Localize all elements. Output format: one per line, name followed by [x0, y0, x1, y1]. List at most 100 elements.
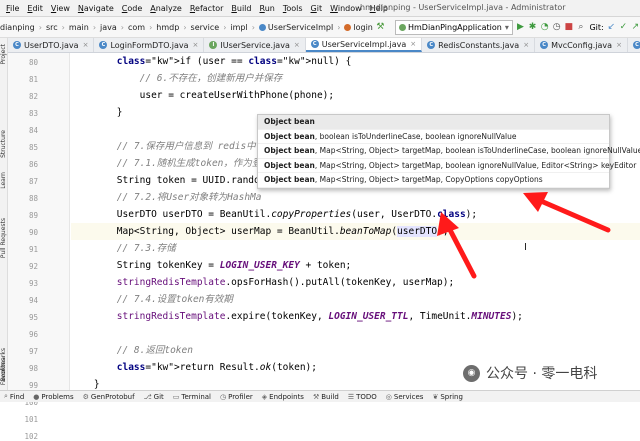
close-icon[interactable]: ×	[294, 41, 300, 49]
editor-tab[interactable]: I IUserService.java ×	[204, 38, 306, 52]
line-number: 85	[28, 143, 38, 152]
menu-item-refactor[interactable]: Refactor	[186, 4, 228, 13]
code-line[interactable]: // 7.1.随机生成token，作为登	[71, 155, 262, 172]
breadcrumb-item[interactable]: UserServiceImpl	[258, 23, 333, 32]
menu-item-file[interactable]: File	[2, 4, 23, 13]
code-line[interactable]: // 7.保存用户信息到 redis中	[71, 138, 256, 155]
code-line[interactable]: String token = UUID.rando	[71, 172, 260, 189]
tool-window-button[interactable]: ◷ Profiler	[220, 393, 253, 401]
breadcrumb-item[interactable]: java	[100, 23, 117, 32]
profile-icon[interactable]: ◷	[552, 20, 561, 34]
breadcrumb-item[interactable]: hmdp	[156, 23, 179, 32]
tool-window-button[interactable]: ⚙ GenProtobuf	[83, 393, 135, 401]
menu-item-build[interactable]: Build	[227, 4, 255, 13]
editor-tab[interactable]: C RedisConstants.java ×	[422, 38, 536, 52]
menu-item-run[interactable]: Run	[255, 4, 278, 13]
menu-item-git[interactable]: Git	[307, 4, 327, 13]
git-update-icon[interactable]: ↙	[607, 20, 616, 34]
code-editor[interactable]: class="kw">if (user == class="kw">null) …	[71, 53, 640, 390]
line-number: 96	[28, 330, 38, 339]
code-line[interactable]: UserDTO userDTO = BeanUtil.copyPropertie…	[71, 206, 477, 223]
line-number: 97	[28, 347, 38, 356]
menu-item-analyze[interactable]: Analyze	[146, 4, 186, 13]
code-line[interactable]: class="kw">return Result.ok(token);	[71, 359, 317, 376]
favorites-tool[interactable]: Favorites	[0, 358, 8, 385]
tab-label: UserServiceImpl.java	[321, 39, 407, 49]
code-line[interactable]: // 6.不存在，创建新用户并保存	[71, 70, 283, 87]
line-number: 98	[28, 364, 38, 373]
code-line[interactable]: user = createUserWithPhone(phone);	[71, 87, 334, 104]
editor-tab[interactable]: C UserDTO.java ×	[8, 38, 95, 52]
menu-item-navigate[interactable]: Navigate	[74, 4, 118, 13]
tool-window-button[interactable]: ◎ Services	[386, 393, 424, 401]
close-icon[interactable]: ×	[193, 41, 199, 49]
breadcrumb-item[interactable]: src	[46, 23, 58, 32]
stop-icon[interactable]: ■	[564, 20, 574, 34]
run-icon[interactable]: ▶	[516, 20, 525, 34]
tool-window-button[interactable]: ◈ Endpoints	[262, 393, 304, 401]
git-commit-icon[interactable]: ✓	[619, 20, 628, 34]
menu-item-tools[interactable]: Tools	[279, 4, 307, 13]
close-icon[interactable]: ×	[616, 41, 622, 49]
code-line[interactable]: class="kw">if (user == class="kw">null) …	[71, 53, 352, 70]
project-tool[interactable]: Project	[0, 44, 8, 65]
pull-requests-tool[interactable]: Pull Requests	[0, 218, 8, 258]
navigation-bar: dianping › src › main › java › com › hmdp › service ›…	[0, 17, 640, 38]
code-line[interactable]: // 7.3.存储	[71, 240, 176, 257]
signature-rest-params: , Map<String, Object> targetMap, boolean…	[314, 160, 637, 170]
hammer-icon[interactable]: ⚒	[376, 20, 385, 34]
run-configuration-select[interactable]: HmDianPingApplication ▾	[394, 19, 513, 35]
editor-tab[interactable]: CSystemConstants.java×	[628, 38, 640, 52]
line-number: 92	[28, 262, 38, 271]
watermark: ◉ 公众号 · 零一电科	[463, 363, 597, 383]
tool-window-button[interactable]: ▭ Terminal	[173, 393, 211, 401]
coverage-icon[interactable]: ◔	[540, 20, 549, 34]
search-everywhere-icon[interactable]: ⌕	[576, 20, 585, 34]
parameter-signature: Object bean, Map<String, Object> targetM…	[258, 144, 640, 159]
breadcrumb-item[interactable]: impl	[230, 23, 247, 32]
editor-tab[interactable]: C LoginFormDTO.java ×	[94, 38, 205, 52]
code-line[interactable]: stringRedisTemplate.opsForHash().putAll(…	[71, 274, 454, 291]
code-line[interactable]: }	[71, 104, 123, 121]
tool-window-button[interactable]: ⌕ Find	[4, 392, 24, 401]
editor-tab[interactable]: C MvcConfig.java ×	[535, 38, 628, 52]
menu-item-view[interactable]: View	[47, 4, 74, 13]
tool-window-icon: ⚙	[82, 392, 89, 401]
code-line[interactable]: }	[71, 376, 100, 390]
tool-window-button[interactable]: ☰ TODO	[348, 393, 377, 401]
signature-first-param: Object bean	[264, 160, 315, 170]
menu-item-code[interactable]: Code	[118, 4, 147, 13]
breadcrumb-item[interactable]: dianping	[0, 23, 35, 32]
code-line[interactable]: Map<String, Object> userMap = BeanUtil.b…	[71, 223, 640, 240]
close-icon[interactable]: ×	[523, 41, 529, 49]
parameter-signature: Object bean	[258, 115, 609, 130]
breadcrumb-item[interactable]: service	[191, 23, 220, 32]
code-line[interactable]: String tokenKey = LOGIN_USER_KEY + token…	[71, 257, 352, 274]
signature-rest-params: , Map<String, Object> targetMap, CopyOpt…	[314, 175, 543, 184]
code-line[interactable]: stringRedisTemplate.expire(tokenKey, LOG…	[71, 308, 523, 325]
debug-icon[interactable]: ✱	[528, 20, 537, 34]
breadcrumb-item[interactable]: com	[128, 23, 145, 32]
close-icon[interactable]: ×	[410, 40, 416, 48]
line-number-gutter: 80 81 82 83 84 85 86 87 88 89 90 91 92 93 94 95 96 97 98 99…	[8, 53, 70, 441]
tool-window-button[interactable]: ⚒ Build	[313, 393, 339, 401]
tool-window-button[interactable]: ❦ Spring	[432, 393, 462, 401]
code-line[interactable]: // 7.4.设置token有效期	[71, 291, 233, 308]
structure-tool[interactable]: Structure	[0, 130, 8, 158]
tool-window-button[interactable]: ● Problems	[33, 393, 73, 401]
line-number: 89	[28, 211, 38, 220]
tool-window-icon: ◈	[261, 392, 268, 401]
tool-window-button[interactable]: ⎇ Git	[144, 393, 164, 401]
breadcrumb-item[interactable]: login	[344, 23, 373, 32]
close-icon[interactable]: ×	[83, 41, 89, 49]
parameter-signature: Object bean, Map<String, Object> targetM…	[258, 159, 636, 173]
git-push-icon[interactable]: ↗	[631, 20, 640, 34]
menu-item-edit[interactable]: Edit	[23, 4, 47, 13]
code-line[interactable]: // 7.2.将User对象转为HashMa	[71, 189, 262, 206]
breadcrumb-item[interactable]: main	[69, 23, 89, 32]
learn-tool[interactable]: Learn	[0, 172, 8, 189]
line-number: 99	[28, 381, 38, 390]
tab-label: MvcConfig.java	[551, 40, 613, 50]
editor-tab[interactable]: C UserServiceImpl.java ×	[305, 38, 423, 52]
code-line[interactable]: // 8.返回token	[71, 342, 193, 359]
